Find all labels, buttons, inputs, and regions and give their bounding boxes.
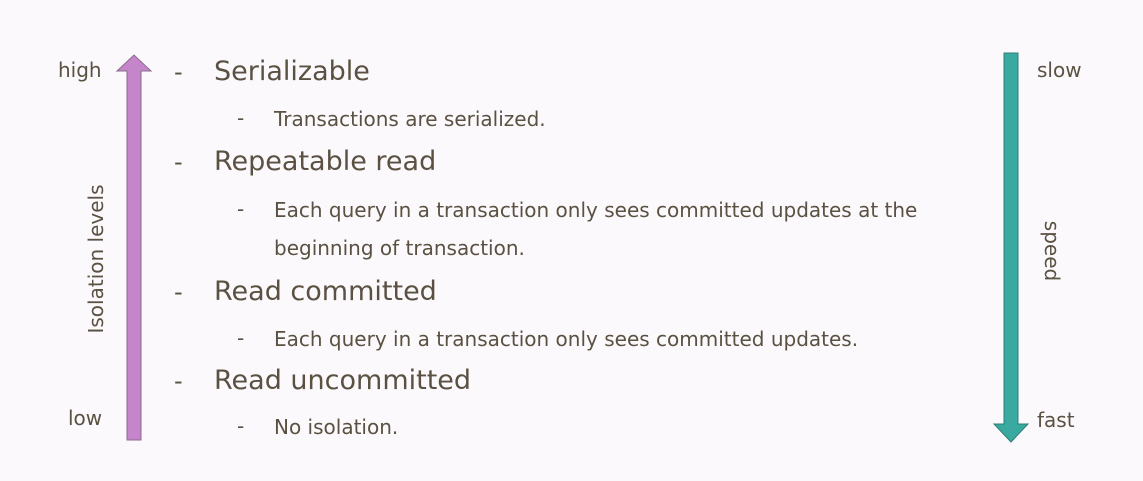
bullet-dash: - <box>174 58 183 86</box>
isolation-low-label: low <box>68 406 103 430</box>
level-title-serializable: Serializable <box>214 56 370 87</box>
level-desc-read-uncommitted: No isolation. <box>274 415 399 439</box>
bullet-dash: - <box>237 414 245 438</box>
bullet-dash: - <box>237 326 245 350</box>
bullet-dash: - <box>174 278 183 306</box>
isolation-arrow <box>115 54 153 441</box>
isolation-axis-title: Isolation levels <box>84 184 108 334</box>
isolation-high-label: high <box>58 58 102 82</box>
arrows-layer <box>115 52 1030 443</box>
bullet-dash: - <box>237 106 245 130</box>
level-desc-serializable: Transactions are serialized. <box>274 107 546 131</box>
bullet-dash: - <box>174 148 183 176</box>
speed-slow-label: slow <box>1037 58 1082 82</box>
bullet-dash: - <box>237 197 245 221</box>
speed-arrow <box>992 52 1030 443</box>
level-title-read-committed: Read committed <box>214 276 437 307</box>
level-desc-read-committed: Each query in a transaction only sees co… <box>274 327 859 351</box>
level-title-repeatable-read: Repeatable read <box>214 146 437 177</box>
speed-axis-title: speed <box>1040 220 1064 282</box>
bullet-dash: - <box>174 367 183 395</box>
level-desc-repeatable-read-line2: beginning of transaction. <box>274 236 525 260</box>
level-title-read-uncommitted: Read uncommitted <box>214 365 472 396</box>
speed-fast-label: fast <box>1037 408 1075 432</box>
level-desc-repeatable-read-line1: Each query in a transaction only sees co… <box>274 198 918 222</box>
